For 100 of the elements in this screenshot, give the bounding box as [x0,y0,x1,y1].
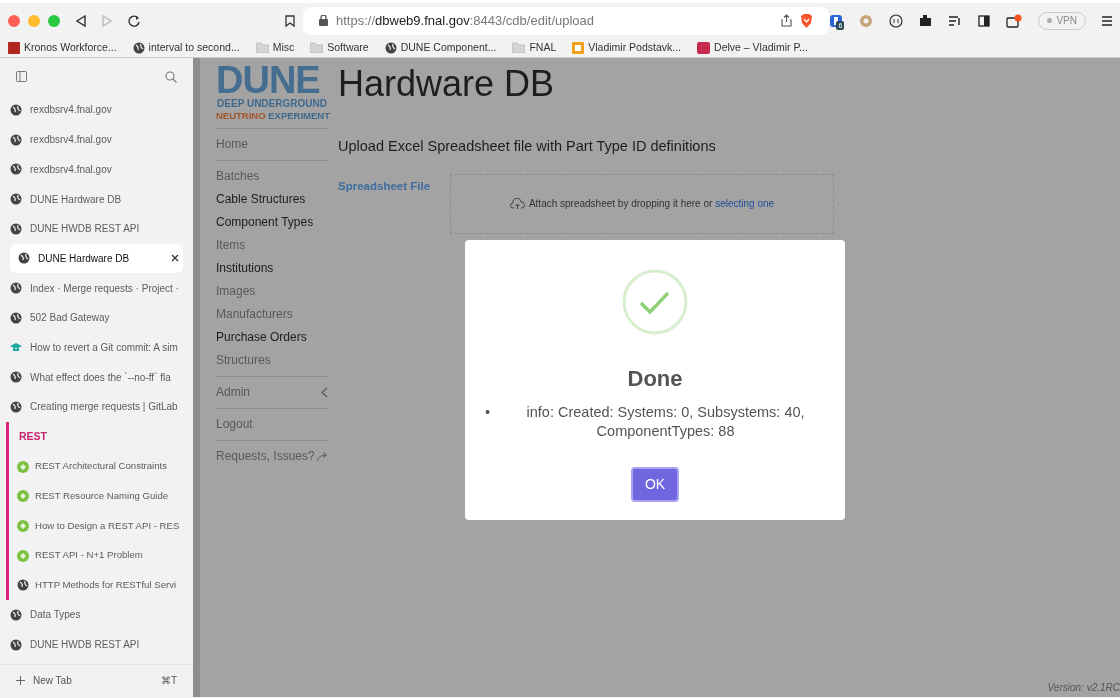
delve-icon [697,41,711,54]
bookmark[interactable]: Misc [255,39,295,56]
extension-icon[interactable] [829,13,844,28]
back-icon[interactable] [76,14,86,27]
sidebar-tab[interactable]: DUNE Hardware DB [0,184,187,214]
tab-title: How to revert a Git commit: A sim [30,341,179,355]
document-icon [572,41,585,54]
globe-icon [10,193,22,206]
sidebar-tab[interactable]: How to revert a Git commit: A sim [0,332,187,363]
link[interactable]: selecting one [715,198,775,210]
sidebar-tab[interactable]: 502 Bad Gateway [0,302,187,333]
sidebar-tab[interactable]: REST Resource Naming Guide [9,481,187,512]
sidebar-tab[interactable]: DUNE Hardware DB [10,243,183,274]
circle-icon[interactable] [889,13,904,28]
sidebar-tab[interactable]: DUNE HWDB REST API [0,213,187,244]
globe-icon [10,638,22,651]
tab-title: HTTP Methods for RESTful Servi [35,578,178,593]
status-dot-icon [1047,18,1053,23]
folder-icon [310,42,324,53]
globe-icon [18,252,30,265]
tab-title: Data Types [30,608,82,623]
success-check-icon [622,269,688,335]
bookmark[interactable]: DUNE Component... [384,39,497,56]
window-control[interactable] [8,14,20,27]
sidebar-icon[interactable] [978,14,991,27]
logo-text: DEEP UNDERGROUND [216,98,328,110]
graduation-cap-icon [10,341,22,354]
tab-title: REST Resource Naming Guide [35,489,170,504]
tab-title: DUNE HWDB REST API [30,638,141,653]
plus-icon [16,676,25,686]
bookmark[interactable]: Vladimir Podstavk... [572,39,682,56]
tab-group-label[interactable]: REST [9,421,193,452]
tab-title: REST Architectural Constraints [35,459,169,474]
leaf-icon [17,549,29,562]
nav-link[interactable]: Purchase Orders [216,326,328,349]
nav-link[interactable]: Cable Structures [216,188,328,211]
tab-title: How to Design a REST API - RES [35,518,181,533]
bookmark-icon[interactable] [285,14,295,27]
sidebar-tab[interactable]: HTTP Methods for RESTful Servi [9,570,187,601]
bullet: • [485,403,491,422]
lock-icon [319,15,328,26]
sidebar-tab[interactable]: DUNE HWDB REST API [0,629,187,660]
address-bar[interactable]: https://dbweb9.fnal.gov:8443/cdb/edit/upload [303,6,830,35]
section-heading: Upload Excel Spreadsheet file with Part Type ID definitions [338,137,717,156]
dialog-title: Done [627,365,683,393]
sidebar-tab[interactable]: rexdbsrv4.fnal.gov [0,154,187,185]
nav-link[interactable]: Component Types [216,211,328,234]
globe-icon [10,400,22,413]
tab-title: Index · Merge requests · Project · [30,281,180,296]
tab-title: 502 Bad Gateway [30,311,111,326]
dropzone-text: Attach spreadsheet by dropping it here or selecting one [528,197,775,212]
globe-icon [10,609,22,621]
close-icon[interactable] [171,254,179,263]
tab-title: DUNE Hardware DB [38,251,131,266]
menu-icon[interactable] [1102,15,1112,26]
tab-title: REST API - N+1 Problem [35,548,144,563]
globe-icon [17,579,29,592]
leaf-icon [17,519,29,532]
sidebar-tab[interactable]: Data Types [0,600,187,630]
sidebar-toggle-icon[interactable] [16,71,27,83]
sidebar-tab[interactable]: How to Design a REST API - RES [9,511,187,541]
field-label: Spreadsheet File [338,178,432,194]
globe-icon [132,41,145,54]
wallet-icon[interactable] [1006,13,1023,28]
leaf-icon [17,490,29,503]
message-text: info: Created: Systems: 0, Subsystems: 40, ComponentTypes: 88 [525,403,806,441]
logo-mark: DUNE [216,62,320,98]
playlist-icon[interactable] [948,14,963,27]
sidebar-tab[interactable]: rexdbsrv4.fnal.gov [0,95,187,125]
sidebar-tab[interactable]: Creating merge requests | GitLab [0,392,187,422]
dropzone[interactable]: Attach spreadsheet by dropping it here or selecting one [450,173,834,234]
version-text: Version: v2.1RC [1047,681,1120,695]
tab-title: DUNE Hardware DB [30,192,123,207]
tab-title: rexdbsrv4.fnal.gov [30,103,113,118]
globe-icon [10,311,22,324]
globe-icon [10,282,22,295]
sidebar-tab[interactable]: REST API - N+1 Problem [9,540,187,571]
lion-shield-icon[interactable] [800,13,814,28]
bookmark[interactable]: Kronos Workforce... [8,39,117,56]
shortcut-hint: ⌘T [160,674,177,689]
sidebar-tab[interactable]: What effect does the `--no-ff` fla [0,362,187,392]
share-icon[interactable] [781,14,793,27]
bookmark[interactable]: FNAL [512,39,557,56]
globe-icon [384,41,397,54]
bookmark[interactable]: Delve – Vladimir P... [697,39,808,56]
bookmark[interactable]: interval to second... [132,39,240,56]
new-tab-button[interactable]: New Tab [16,673,153,689]
ok-button[interactable]: OK [630,467,680,502]
search-icon[interactable] [165,70,177,83]
page-title: Hardware DB [338,64,556,104]
sidebar-tab[interactable]: REST Architectural Constraints [9,451,187,482]
sidebar-tab[interactable]: Index · Merge requests · Project · [0,273,187,303]
globe-icon [10,133,22,146]
tab-title: rexdbsrv4.fnal.gov [30,162,113,177]
sidebar-tab[interactable]: rexdbsrv4.fnal.gov [0,124,187,155]
pr-icon [8,41,20,54]
reload-icon[interactable] [128,14,140,27]
nav-link[interactable]: Institutions [216,257,328,280]
bookmark[interactable]: Software [310,39,369,56]
globe-icon [10,104,22,116]
